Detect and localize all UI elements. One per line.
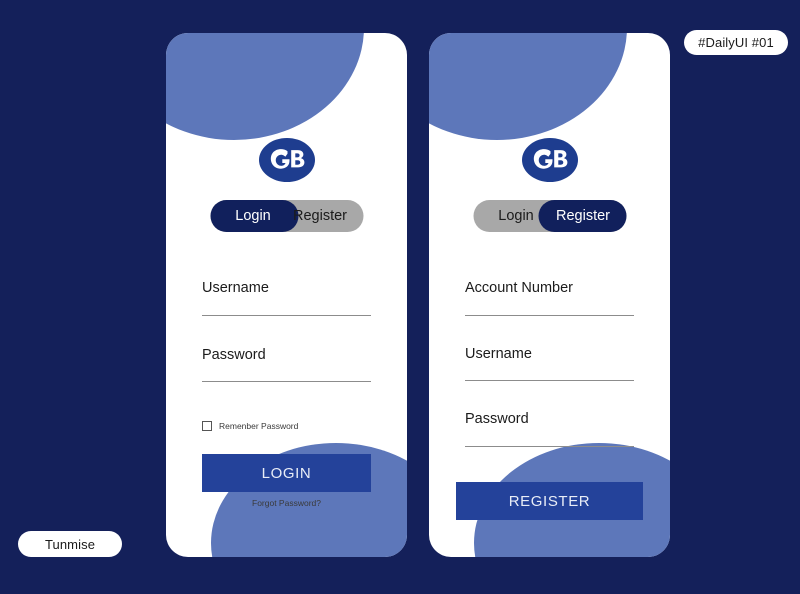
field-password[interactable]: Password xyxy=(202,346,371,382)
field-username-underline xyxy=(202,314,371,316)
remember-password-row[interactable]: Remenber Password xyxy=(202,421,298,431)
register-card-body: Login Register Account Number Username P… xyxy=(429,33,670,557)
dailyui-badge: #DailyUI #01 xyxy=(684,30,788,55)
field-username-label: Username xyxy=(202,280,269,296)
field-password-underline xyxy=(202,381,371,382)
toggle-option-register[interactable]: Register xyxy=(281,200,359,232)
field-password-label: Password xyxy=(202,346,266,363)
register-fields: Account Number Username Password xyxy=(465,281,634,447)
auth-mode-toggle-login[interactable]: Login Register xyxy=(210,200,363,232)
field-username-underline xyxy=(465,380,634,381)
field-account-number-label: Account Number xyxy=(465,280,573,296)
author-badge: Tunmise xyxy=(18,531,122,557)
field-password[interactable]: Password xyxy=(465,412,634,447)
remember-password-label: Remenber Password xyxy=(219,420,299,431)
brand-logo xyxy=(521,138,578,182)
login-fields: Username Password xyxy=(202,281,371,382)
author-badge-label: Tunmise xyxy=(44,536,96,552)
login-card-body: Login Register Username Password Remenbe… xyxy=(166,33,407,557)
toggle-option-register[interactable]: Register xyxy=(544,200,622,232)
login-button[interactable]: LOGIN xyxy=(202,454,371,492)
forgot-password-link[interactable]: Forgot Password? xyxy=(166,499,407,508)
field-account-number[interactable]: Account Number xyxy=(465,281,634,316)
dailyui-badge-label: #DailyUI #01 xyxy=(698,35,774,50)
field-username[interactable]: Username xyxy=(202,281,371,316)
register-card: Login Register Account Number Username P… xyxy=(429,33,670,557)
auth-mode-toggle-register[interactable]: Login Register xyxy=(473,200,626,232)
field-username-label: Username xyxy=(465,345,532,362)
brand-logo xyxy=(258,138,315,182)
field-password-underline xyxy=(465,445,634,447)
field-username[interactable]: Username xyxy=(465,345,634,381)
remember-password-checkbox[interactable] xyxy=(202,421,212,431)
field-password-label: Password xyxy=(465,411,529,427)
field-account-number-underline xyxy=(465,314,634,316)
login-card: Login Register Username Password Remenbe… xyxy=(166,33,407,557)
register-button[interactable]: REGISTER xyxy=(456,482,643,520)
